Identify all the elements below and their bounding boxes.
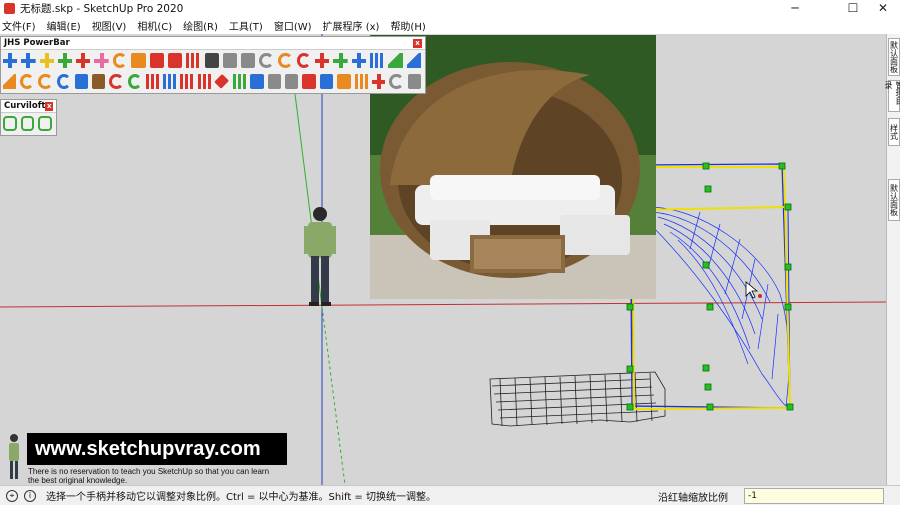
- orange-curve-icon[interactable]: [278, 53, 293, 68]
- blue-move-icon[interactable]: [74, 74, 89, 89]
- red-x-icon[interactable]: [372, 74, 386, 89]
- blue-cross-icon[interactable]: [351, 53, 367, 68]
- curviloft-close-button[interactable]: x: [45, 101, 53, 111]
- caption-line-2: the best original knowledge.: [28, 476, 128, 485]
- loft-skin-icon[interactable]: [38, 116, 53, 131]
- red-box-icon[interactable]: [76, 53, 91, 68]
- red-multi-icon[interactable]: [145, 74, 159, 89]
- blue-box-icon[interactable]: [21, 53, 36, 68]
- orange-grid-icon[interactable]: [354, 74, 369, 89]
- menu-help[interactable]: 帮助(H): [390, 18, 425, 33]
- red-diamond-icon[interactable]: [214, 73, 230, 90]
- tab-default-tray-2[interactable]: 默认面板: [888, 179, 900, 221]
- grey-polygon-icon[interactable]: [407, 74, 421, 89]
- jhs-toolbar-row-1: [1, 50, 425, 71]
- grey-arc-icon[interactable]: [389, 74, 404, 89]
- jhs-toolbar-title: JHS PowerBar: [4, 38, 70, 48]
- orange-square-icon[interactable]: [337, 74, 351, 89]
- menu-draw[interactable]: 绘图(R): [183, 18, 218, 33]
- blue-arrows-icon[interactable]: [319, 74, 334, 89]
- status-message: 选择一个手柄并移动它以调整对象比例。Ctrl = 以中心为基准。Shift = …: [46, 492, 436, 503]
- dark-cube-icon[interactable]: [204, 53, 219, 68]
- green-cross-icon[interactable]: [333, 53, 348, 68]
- blue-arrows-icon[interactable]: [250, 74, 264, 89]
- jhs-close-button[interactable]: x: [413, 38, 422, 48]
- caption-line-1: There is no reservation to teach you Ske…: [28, 467, 270, 476]
- menu-extensions[interactable]: 扩展程序 (x): [323, 18, 380, 33]
- orange-arc-icon[interactable]: [38, 74, 53, 89]
- grey-link-icon[interactable]: [222, 53, 238, 68]
- jhs-toolbar-header[interactable]: JHS PowerBar x: [1, 37, 425, 50]
- curviloft-toolbar-row: [1, 113, 56, 134]
- red-grid-icon[interactable]: [186, 53, 201, 68]
- green-grid-icon[interactable]: [232, 74, 247, 89]
- sketchup-app-icon: [4, 3, 15, 14]
- blue-arc-icon[interactable]: [56, 74, 71, 89]
- orange-sphere-icon[interactable]: [112, 53, 128, 68]
- overlay-caption: There is no reservation to teach you Ske…: [28, 467, 328, 485]
- curviloft-toolbar-title: Curviloft: [4, 101, 46, 111]
- close-button[interactable]: ✕: [868, 0, 898, 17]
- geo-location-icon[interactable]: ⌖: [6, 489, 18, 502]
- menu-file[interactable]: 文件(F): [2, 18, 36, 33]
- wireframe-sofa-model: [489, 371, 666, 427]
- green-rotate-icon[interactable]: [127, 74, 142, 89]
- red-cube-icon[interactable]: [149, 53, 164, 68]
- jhs-powerbar-toolbar: JHS PowerBar x: [0, 36, 426, 94]
- website-banner: www.sketchupvray.com: [27, 433, 287, 465]
- brown-cylinder-icon[interactable]: [92, 74, 106, 89]
- orange-cube-icon[interactable]: [131, 53, 146, 68]
- menu-view[interactable]: 视图(V): [92, 18, 127, 33]
- blue-grid-icon[interactable]: [370, 53, 385, 68]
- blue-box-icon[interactable]: [3, 53, 18, 68]
- measurements-input[interactable]: -1: [744, 488, 884, 504]
- tab-default-tray[interactable]: 默认面板: [888, 38, 900, 76]
- red-curve-arrow-icon[interactable]: [109, 74, 124, 89]
- right-tray-tabs: 默认面板 管理目录 样式 默认面板: [884, 34, 900, 485]
- info-icon[interactable]: i: [24, 489, 36, 502]
- grey-brush-icon[interactable]: [241, 53, 256, 68]
- red-multi-icon[interactable]: [180, 74, 194, 89]
- tab-manage-directory[interactable]: 管理目录: [884, 80, 900, 112]
- scale-cursor-icon: [745, 281, 762, 299]
- title-bar: 无标题.skp - SketchUp Pro 2020 ─ ☐ ✕: [0, 0, 900, 17]
- menu-camera[interactable]: 相机(C): [137, 18, 172, 33]
- loft-icon[interactable]: [3, 116, 17, 131]
- pink-box-icon[interactable]: [94, 53, 109, 68]
- orange-rotate-icon[interactable]: [20, 74, 35, 89]
- menu-bar: 文件(F) 编辑(E) 视图(V) 相机(C) 绘图(R) 工具(T) 窗口(W…: [0, 17, 900, 34]
- red-dots-icon[interactable]: [197, 74, 212, 89]
- status-bar: ⌖ i 选择一个手柄并移动它以调整对象比例。Ctrl = 以中心为基准。Shif…: [0, 485, 900, 505]
- curviloft-toolbar-header[interactable]: Curviloft x: [1, 100, 56, 113]
- red-curve-icon[interactable]: [296, 53, 312, 68]
- red-cross-icon[interactable]: [315, 53, 330, 68]
- overlay-person-icon: [9, 434, 19, 479]
- measurements-label: 沿红轴缩放比例: [658, 493, 728, 504]
- red-axis-line: [0, 301, 886, 308]
- red-square-icon[interactable]: [167, 53, 183, 68]
- yellow-box-icon[interactable]: [39, 53, 54, 68]
- grey-curve-icon[interactable]: [259, 53, 275, 68]
- menu-edit[interactable]: 编辑(E): [47, 18, 81, 33]
- maximize-button[interactable]: ☐: [838, 0, 868, 17]
- loft-path-icon[interactable]: [20, 116, 35, 131]
- grey-arrows-icon[interactable]: [267, 74, 281, 89]
- blue-multi-icon[interactable]: [163, 74, 177, 89]
- curviloft-toolbar: Curviloft x: [0, 99, 57, 136]
- jhs-toolbar-row-2: [1, 71, 425, 92]
- window-title: 无标题.skp - SketchUp Pro 2020: [20, 3, 184, 15]
- green-box-icon[interactable]: [57, 53, 73, 68]
- grey-arrows-icon[interactable]: [284, 74, 299, 89]
- orange-triangle-icon[interactable]: [3, 74, 17, 89]
- minimize-button[interactable]: ─: [780, 0, 810, 17]
- green-cone-icon[interactable]: [388, 53, 403, 68]
- menu-window[interactable]: 窗口(W): [274, 18, 312, 33]
- green-axis-dashed: [321, 306, 346, 485]
- red-arrows-icon[interactable]: [302, 74, 316, 89]
- wire-canopy-shape: [647, 206, 790, 407]
- blue-cone-icon[interactable]: [406, 53, 421, 68]
- tab-styles[interactable]: 样式: [888, 118, 900, 146]
- menu-tools[interactable]: 工具(T): [229, 18, 263, 33]
